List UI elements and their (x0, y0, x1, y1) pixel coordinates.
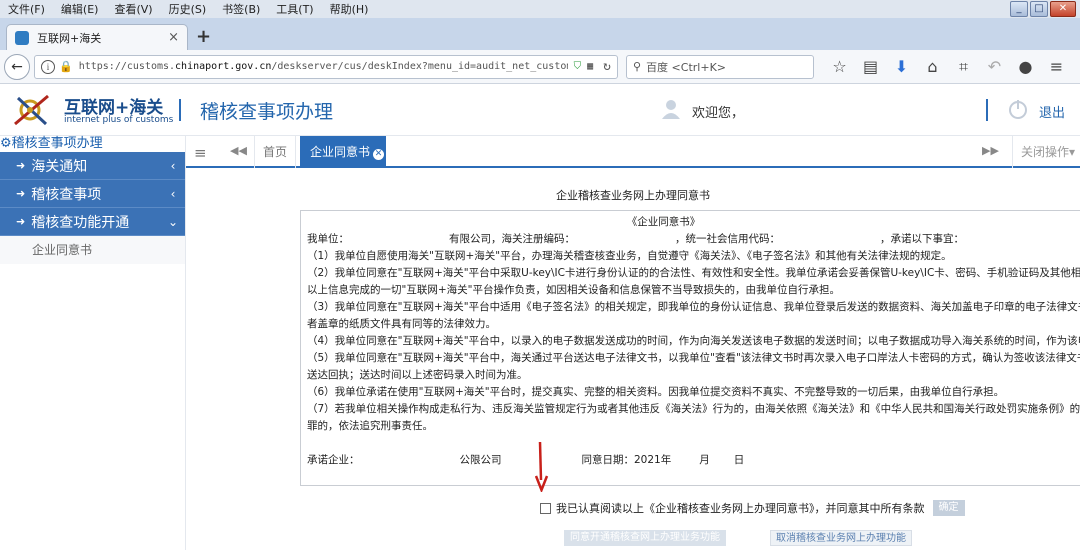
document-line: 送达回执；送达时间以上述密码录入时间为准。 (307, 369, 528, 381)
confirm-button[interactable]: 确定 (932, 500, 965, 516)
tab-consent[interactable]: 企业同意书 ✕ (300, 136, 386, 168)
app-header: 互联网+海关 internet plus of customs 稽核查事项办理 … (0, 84, 1080, 136)
menu-help[interactable]: 帮助(H) (322, 1, 377, 17)
sidebar-item-audit-items[interactable]: ➜ 稽核查事项 ‹ (0, 180, 185, 208)
document-line: （2）我单位同意在"互联网+海关"平台中采取U-key\IC卡进行身份认证的的合… (307, 267, 1080, 279)
document-line: （5）我单位同意在"互联网+海关"平台中，海关通过平台送达电子法律文书，以我单位… (307, 352, 1080, 364)
sign-in-icon: ➜ (16, 159, 26, 172)
sidebar-subitem-consent[interactable]: 企业同意书 (0, 236, 185, 264)
document-signature-line: 承诺企业： 公限公司 同意日期：2021年月日 (307, 454, 745, 466)
cancel-online-audit-button[interactable]: 取消稽核查业务网上办理功能 (770, 530, 912, 546)
chevron-down-icon: ⌄ (167, 214, 179, 229)
site-favicon-icon (15, 30, 29, 45)
hamburger-menu-icon[interactable]: ≡ (1041, 57, 1072, 77)
window-controls: _ □ ✕ (1010, 1, 1076, 17)
agree-checkbox[interactable] (540, 502, 551, 514)
new-tab-button[interactable]: + (196, 26, 211, 47)
download-icon[interactable]: ⬇ (886, 57, 917, 77)
browser-tab[interactable]: 互联网+海关 × (6, 24, 188, 50)
consent-document-box[interactable]: 《企业同意书》 我单位： 有限公司，海关注册编码： ，统一社会信用代码： ，承诺以下事… (300, 210, 1080, 486)
header-divider-right (986, 99, 988, 121)
back-arrow-icon[interactable]: ← (4, 53, 30, 80)
power-icon[interactable] (1006, 97, 1030, 121)
sidebar-item-label: 稽核查功能开通 (31, 214, 130, 231)
annotation-arrow-icon (535, 442, 549, 492)
sidebar-section-title: ⚙稽核查事项办理 (0, 136, 103, 151)
menu-bookmarks[interactable]: 书签(B) (214, 1, 268, 17)
gear-icon: ⚙ (0, 136, 12, 151)
menu-edit[interactable]: 编辑(E) (53, 1, 107, 17)
welcome-text: 欢迎您， (692, 106, 745, 121)
browser-navbar: ← i 🔒 https://customs.chinaport.gov.cn/d… (0, 50, 1080, 84)
scroll-left-icon[interactable]: ◀◀ (230, 144, 247, 157)
undo-icon[interactable]: ↶ (979, 57, 1010, 77)
sign-in-icon: ➜ (16, 187, 26, 200)
search-placeholder: 百度 <Ctrl+K> (646, 60, 726, 74)
scroll-right-icon[interactable]: ▶▶ (982, 144, 999, 157)
search-icon: ⚲ (633, 60, 642, 73)
browser-menubar: 文件(F) 编辑(E) 查看(V) 历史(S) 书签(B) 工具(T) 帮助(H… (0, 0, 1080, 18)
document-line: （3）我单位同意在"互联网+海关"平台中适用《电子签名法》的相关规定，即我单位的… (307, 301, 1080, 313)
home-icon[interactable]: ⌂ (917, 57, 948, 77)
address-bar[interactable]: i 🔒 https://customs.chinaport.gov.cn/des… (34, 54, 618, 79)
sidebar: ⚙稽核查事项办理 ➜ 海关通知 ‹ ➜ 稽核查事项 ‹ ➜ 稽核查功能开通 ⌄ … (0, 136, 186, 550)
minimize-button[interactable]: _ (1010, 1, 1028, 17)
toolbar-icons: ☆ ▤ ⬇ ⌂ ⌗ ↶ ● ≡ (824, 57, 1072, 77)
document-line: （4）我单位同意在"互联网+海关"平台中，以录入的电子数据发送成功的时间，作为向… (307, 335, 1080, 347)
document-intro: 我单位： 有限公司，海关注册编码： ，统一社会信用代码： ，承诺以下事宜： (307, 233, 964, 245)
tab-title: 互联网+海关 (37, 31, 102, 45)
chat-icon[interactable]: ● (1010, 57, 1041, 77)
document-line: （6）我单位承诺在使用"互联网+海关"平台时，提交真实、完整的相关资料。因我单位… (307, 386, 1005, 398)
chevron-left-icon: ‹ (170, 186, 176, 201)
document-line: 罪的，依法追究刑事责任。 (307, 420, 433, 432)
close-window-button[interactable]: ✕ (1050, 1, 1076, 17)
lock-icon[interactable]: 🔒 (59, 60, 73, 73)
header-divider (179, 99, 181, 121)
logout-link[interactable]: 退出 (1039, 102, 1065, 121)
reading-list-icon[interactable]: ▤ (855, 57, 886, 77)
menu-tools[interactable]: 工具(T) (268, 1, 321, 17)
tab-close-icon[interactable]: × (168, 30, 179, 45)
chevron-left-icon: ‹ (170, 158, 176, 173)
document-line: （1）我单位自愿使用海关"互联网+海关"平台，办理海关稽查核查业务，自觉遵守《海… (307, 250, 952, 262)
customs-logo-icon (14, 94, 49, 126)
agree-label[interactable]: 我已认真阅读以上《企业稽核查业务网上办理同意书》，并同意其中所有条款 (556, 500, 925, 516)
document-heading: 企业稽核查业务网上办理同意书 (556, 189, 710, 202)
sidebar-item-label: 海关通知 (31, 158, 88, 175)
document-line: 者盖章的纸质文件具有同等的法律效力。 (307, 318, 496, 330)
crop-icon[interactable]: ⌗ (948, 57, 979, 77)
document-line: 以上信息完成的一切"互联网+海关"平台操作负责，如因相关设备和信息保管不当导致损… (307, 284, 840, 296)
menu-toggle-icon[interactable]: ≡ (194, 144, 207, 162)
info-icon[interactable]: i (41, 59, 55, 74)
close-operations-dropdown[interactable]: 关闭操作▾ (1012, 136, 1080, 168)
sidebar-item-customs-notice[interactable]: ➜ 海关通知 ‹ (0, 152, 185, 180)
enable-online-audit-button[interactable]: 同意开通稽核查网上办理业务功能 (564, 530, 726, 546)
tab-close-icon[interactable]: ✕ (373, 149, 385, 160)
page-title: 稽核查事项办理 (200, 101, 334, 123)
search-input[interactable]: ⚲ 百度 <Ctrl+K> (626, 54, 814, 79)
url-text: https://customs.chinaport.gov.cn/deskser… (78, 61, 568, 72)
document-box-title: 《企业同意书》 (626, 216, 701, 228)
reload-icon[interactable]: ↻ (603, 59, 611, 74)
sidebar-item-audit-activation[interactable]: ➜ 稽核查功能开通 ⌄ (0, 208, 185, 236)
document-spacer (307, 435, 1080, 452)
user-avatar-icon (662, 100, 680, 119)
maximize-button[interactable]: □ (1030, 1, 1048, 17)
logo-subtitle: internet plus of customs (64, 115, 174, 125)
menu-view[interactable]: 查看(V) (106, 1, 160, 17)
document-line: （7）若我单位相关操作构成走私行为、违反海关监管规定行为或者其他违反《海关法》行… (307, 403, 1080, 415)
sign-in-icon: ➜ (16, 215, 26, 228)
app-tabbar: ≡ ◀◀ 首页 企业同意书 ✕ ▶▶ 关闭操作▾ (186, 136, 1080, 168)
agreement-row: 我已认真阅读以上《企业稽核查业务网上办理同意书》，并同意其中所有条款 确定 (540, 500, 965, 516)
qr-code-icon[interactable]: ▦ (587, 61, 593, 72)
shield-icon[interactable]: ⛉ (574, 61, 582, 72)
sidebar-item-label: 稽核查事项 (31, 186, 102, 203)
browser-tabstrip: 互联网+海关 × + (0, 18, 1080, 50)
bookmark-star-icon[interactable]: ☆ (824, 57, 855, 77)
menu-history[interactable]: 历史(S) (161, 1, 215, 17)
tab-home[interactable]: 首页 (254, 136, 297, 168)
main-content: 企业稽核查业务网上办理同意书 《企业同意书》 我单位： 有限公司，海关注册编码：，… (186, 170, 1080, 550)
menu-file[interactable]: 文件(F) (0, 1, 53, 17)
